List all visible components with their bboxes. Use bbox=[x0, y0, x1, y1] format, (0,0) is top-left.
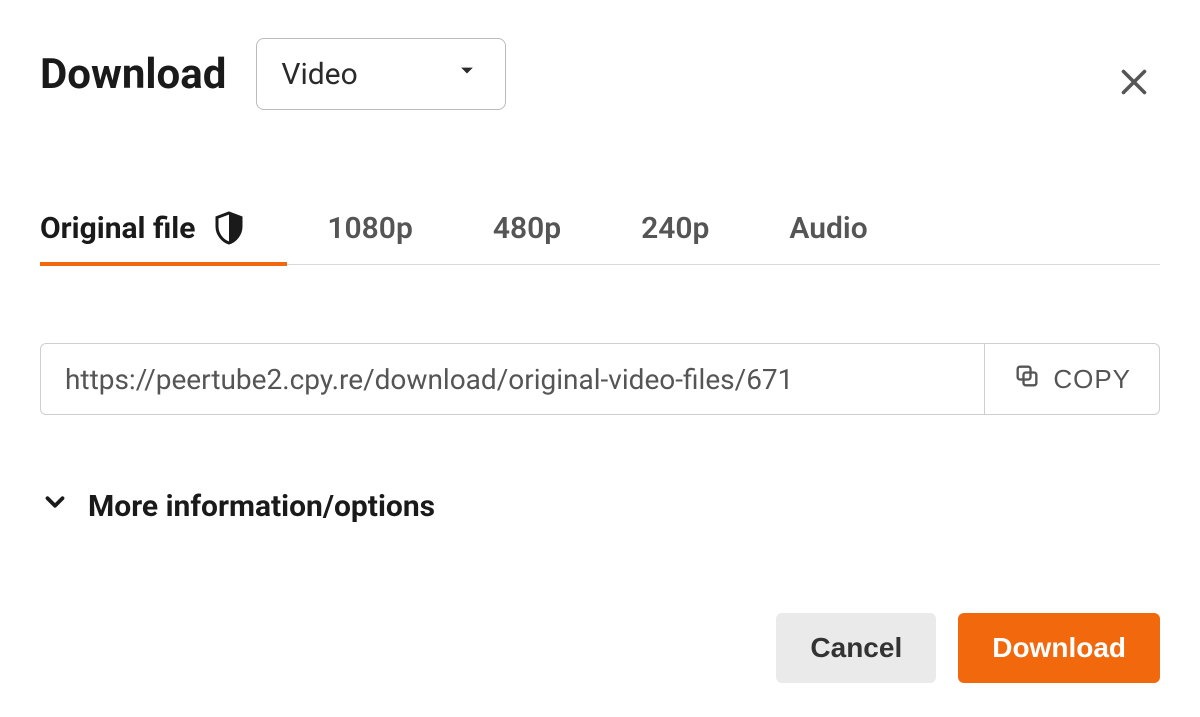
tab-480p[interactable]: 480p bbox=[453, 211, 601, 264]
copy-label: COPY bbox=[1053, 364, 1131, 395]
copy-icon bbox=[1013, 362, 1041, 397]
tab-original-file[interactable]: Original file bbox=[40, 210, 287, 264]
tab-label: 480p bbox=[493, 211, 561, 246]
cancel-button[interactable]: Cancel bbox=[776, 613, 936, 683]
shield-icon bbox=[211, 210, 247, 246]
dialog-title: Download bbox=[40, 50, 226, 99]
copy-button[interactable]: COPY bbox=[984, 343, 1160, 415]
tab-1080p[interactable]: 1080p bbox=[287, 211, 452, 264]
more-info-toggle[interactable]: More information/options bbox=[40, 487, 1160, 525]
tab-label: 1080p bbox=[327, 211, 412, 246]
close-button[interactable] bbox=[1116, 64, 1152, 100]
tab-label: Original file bbox=[40, 211, 195, 246]
chevron-down-icon bbox=[413, 56, 481, 92]
format-tabs: Original file 1080p 480p 240p Audio bbox=[40, 210, 1160, 265]
download-button[interactable]: Download bbox=[958, 613, 1160, 683]
tab-label: 240p bbox=[641, 211, 709, 246]
download-type-dropdown[interactable]: Video bbox=[256, 38, 506, 110]
close-icon bbox=[1116, 64, 1152, 100]
more-info-label: More information/options bbox=[88, 489, 435, 524]
tab-label: Audio bbox=[789, 211, 867, 246]
dialog-header: Download Video bbox=[40, 38, 1160, 110]
chevron-down-icon bbox=[40, 487, 70, 525]
dialog-footer: Cancel Download bbox=[776, 613, 1160, 683]
url-row: COPY bbox=[40, 343, 1160, 415]
tab-audio[interactable]: Audio bbox=[749, 211, 907, 264]
tab-240p[interactable]: 240p bbox=[601, 211, 749, 264]
download-url-input[interactable] bbox=[40, 343, 984, 415]
dropdown-selected-value: Video bbox=[281, 57, 357, 92]
